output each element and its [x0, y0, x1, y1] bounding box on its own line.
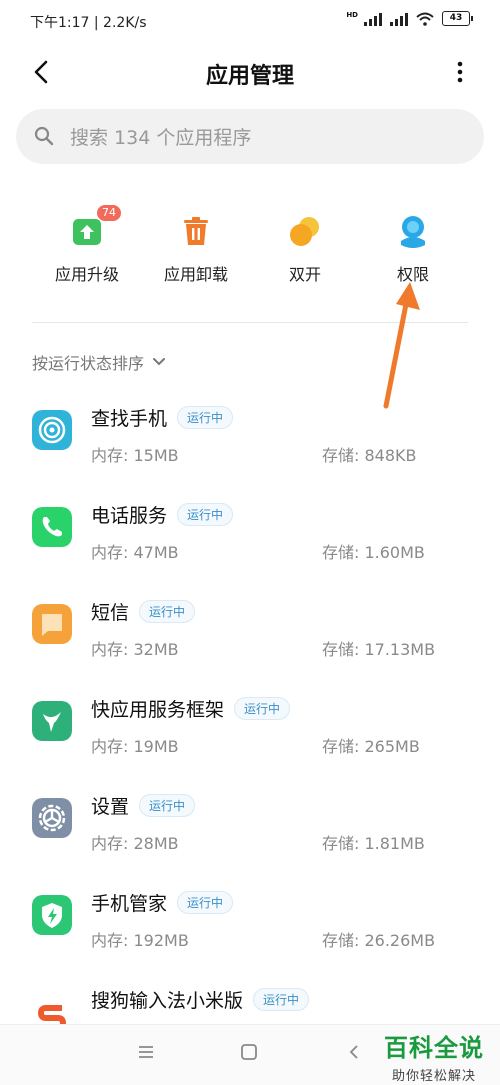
- hd-label: HD: [346, 11, 358, 19]
- find-phone-icon: [32, 410, 72, 450]
- permission-icon: [393, 211, 433, 251]
- status-time-speed: 下午1:17 | 2.2K/s: [30, 15, 147, 31]
- status-badge: 运行中: [139, 600, 196, 623]
- sort-label: 按运行状态排序: [32, 354, 145, 373]
- app-name: 设置: [91, 796, 130, 818]
- quick-app-icon: [32, 701, 72, 741]
- app-storage: 存储: 848KB: [322, 446, 417, 465]
- battery-icon: 43: [442, 11, 473, 26]
- list-item[interactable]: 短信 运行中 内存: 32MB 存储: 17.13MB: [0, 576, 500, 673]
- app-memory: 内存: 32MB: [91, 640, 179, 659]
- action-uninstall-label: 应用卸载: [163, 265, 228, 284]
- search-input[interactable]: [68, 119, 472, 156]
- annotation-arrow-icon: [383, 282, 420, 409]
- status-bar: 下午1:17 | 2.2K/s HD 43: [0, 0, 500, 44]
- security-icon: [32, 895, 72, 935]
- search-icon: [34, 126, 54, 146]
- header: 应用管理: [0, 44, 500, 100]
- app-name: 短信: [91, 602, 130, 624]
- status-icons: HD 43: [346, 11, 473, 26]
- app-storage: 存储: 17.13MB: [322, 640, 436, 659]
- upgrade-icon: 74: [67, 205, 121, 251]
- app-storage: 存储: 26.26MB: [322, 931, 436, 950]
- action-dual[interactable]: 双开: [250, 196, 360, 285]
- watermark-logo: 百科全说 助你轻松解决: [384, 1028, 484, 1084]
- list-item[interactable]: 快应用服务框架 运行中 内存: 19MB 存储: 265MB: [0, 673, 500, 770]
- status-badge: 运行中: [177, 503, 234, 526]
- app-memory: 内存: 15MB: [91, 446, 179, 465]
- watermark-title: 百科全说: [384, 1034, 484, 1062]
- search-bar[interactable]: [16, 109, 484, 164]
- app-memory: 内存: 192MB: [91, 931, 189, 950]
- phone-icon: [32, 507, 72, 547]
- list-item[interactable]: 手机管家 运行中 内存: 192MB 存储: 26.26MB: [0, 867, 500, 964]
- signal-icon: [364, 12, 382, 26]
- app-name: 搜狗输入法小米版: [91, 990, 244, 1012]
- app-name: 查找手机: [91, 408, 168, 430]
- wifi-icon: [416, 12, 434, 26]
- signal-2-icon: [390, 12, 408, 26]
- sort-selector[interactable]: 按运行状态排序: [32, 350, 166, 374]
- action-dual-label: 双开: [288, 265, 321, 284]
- home-icon[interactable]: [240, 1043, 258, 1061]
- app-storage: 存储: 265MB: [322, 737, 420, 756]
- page-title: 应用管理: [205, 64, 294, 89]
- chevron-down-icon: [153, 358, 166, 366]
- status-badge: 运行中: [177, 406, 234, 429]
- action-upgrade[interactable]: 74 应用升级: [32, 196, 142, 285]
- list-item[interactable]: 设置 运行中 内存: 28MB 存储: 1.81MB: [0, 770, 500, 867]
- settings-icon: [32, 798, 72, 838]
- action-upgrade-label: 应用升级: [54, 265, 119, 284]
- status-badge: 运行中: [139, 794, 196, 817]
- more-vertical-icon[interactable]: [450, 58, 470, 86]
- app-memory: 内存: 28MB: [91, 834, 179, 853]
- upgrade-badge: 74: [97, 205, 121, 221]
- app-name: 快应用服务框架: [91, 699, 225, 721]
- status-badge: 运行中: [253, 988, 310, 1011]
- app-storage: 存储: 1.81MB: [322, 834, 425, 853]
- list-item[interactable]: 电话服务 运行中 内存: 47MB 存储: 1.60MB: [0, 479, 500, 576]
- back-nav-icon[interactable]: [345, 1043, 363, 1061]
- menu-icon[interactable]: [137, 1043, 155, 1061]
- trash-icon: [176, 211, 216, 251]
- dual-app-icon: [285, 211, 325, 251]
- app-memory: 内存: 19MB: [91, 737, 179, 756]
- status-badge: 运行中: [177, 891, 234, 914]
- app-storage: 存储: 1.60MB: [322, 543, 425, 562]
- watermark-subtitle: 助你轻松解决: [391, 1069, 476, 1084]
- message-icon: [32, 604, 72, 644]
- app-name: 电话服务: [91, 505, 168, 527]
- app-memory: 内存: 47MB: [91, 543, 179, 562]
- action-uninstall[interactable]: 应用卸载: [141, 196, 251, 285]
- app-name: 手机管家: [91, 893, 168, 915]
- status-badge: 运行中: [234, 697, 291, 720]
